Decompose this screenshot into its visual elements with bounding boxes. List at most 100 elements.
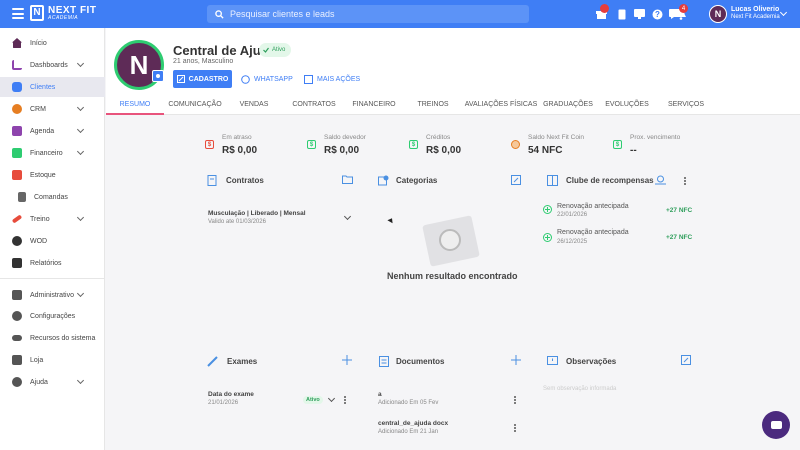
chevron-down-icon [76, 103, 85, 112]
brand-logo[interactable]: N NEXT FIT ACADEMIA [30, 5, 96, 21]
more-vert-icon[interactable] [514, 424, 516, 432]
sidebar-item-financeiro[interactable]: Financeiro [0, 143, 105, 163]
sidebar-item-relatorios[interactable]: Relatórios [0, 253, 105, 273]
rewards-icon[interactable] [655, 175, 666, 188]
help-icon[interactable]: ? [650, 7, 664, 21]
chevron-down-icon[interactable] [327, 394, 336, 403]
edit-icon[interactable] [511, 175, 521, 188]
chevron-down-icon[interactable] [779, 8, 788, 17]
search-input[interactable] [230, 9, 520, 19]
document-name[interactable]: a [378, 391, 382, 398]
plus-circle-icon [543, 205, 552, 214]
sidebar-item-comandas[interactable]: Comandas [0, 187, 105, 207]
sidebar-item-inicio[interactable]: Início [0, 33, 105, 53]
sidebar-item-agenda[interactable]: Agenda [0, 121, 105, 141]
notification-badge: 4 [679, 4, 688, 13]
sidebar-item-wod[interactable]: WOD [0, 231, 105, 251]
whatsapp-icon [241, 74, 250, 84]
gift-alert-dot [600, 4, 609, 13]
metric-value: -- [630, 145, 637, 156]
contratos-title: Contratos [226, 176, 264, 185]
more-vert-icon[interactable] [514, 396, 516, 404]
comment-icon [547, 356, 558, 367]
exames-title: Exames [227, 357, 258, 366]
chevron-down-icon[interactable] [343, 212, 352, 221]
document-date: Adicionado Em 21 Jan [378, 429, 439, 435]
tab-comunicacao[interactable]: COMUNICAÇÃO [166, 95, 224, 114]
exam-label: Data do exame [208, 391, 254, 398]
chat-widget-button[interactable] [762, 411, 790, 439]
tab-treinos[interactable]: TREINOS [408, 95, 458, 114]
sidebar-item-treino[interactable]: Treino [0, 209, 105, 229]
add-icon[interactable] [342, 355, 352, 368]
tab-avaliacoes[interactable]: AVALIAÇÕES FÍSICAS [464, 95, 538, 114]
sidebar-item-recursos[interactable]: Recursos do sistema [0, 328, 105, 348]
sidebar-item-ajuda[interactable]: Ajuda [0, 372, 105, 392]
more-vert-icon[interactable] [344, 396, 346, 404]
tab-servicos[interactable]: SERVIÇOS [662, 95, 710, 114]
more-vert-icon[interactable] [684, 177, 686, 185]
sidebar-item-dashboards[interactable]: Dashboards [0, 55, 105, 75]
search-bar[interactable] [207, 5, 529, 23]
mobile-icon[interactable] [615, 7, 629, 21]
coin-icon [511, 140, 520, 149]
contract-plan[interactable]: Musculação | Liberado | Mensal [208, 210, 306, 217]
edit-icon [176, 75, 185, 83]
sidebar-item-clientes[interactable]: Clientes [0, 77, 105, 97]
sidebar-item-configuracoes[interactable]: Configurações [0, 306, 105, 326]
sidebar-item-label: CRM [30, 105, 46, 113]
chevron-down-icon [76, 376, 85, 385]
tab-financeiro[interactable]: FINANCEIRO [346, 95, 402, 114]
sidebar-item-label: Dashboards [30, 61, 68, 69]
exam-date: 21/01/2026 [208, 400, 239, 406]
add-icon[interactable] [511, 355, 521, 368]
user-org: Next Fit Academia [731, 13, 780, 20]
sidebar-item-estoque[interactable]: Estoque [0, 165, 105, 185]
avatar[interactable]: N [709, 5, 727, 23]
clients-icon [12, 82, 22, 92]
edit-icon[interactable] [681, 355, 691, 368]
profile-avatar[interactable]: N [114, 40, 164, 90]
tab-resumo[interactable]: RESUMO [106, 95, 164, 114]
search-icon [215, 9, 224, 19]
receipt-icon [18, 192, 26, 202]
whatsapp-button[interactable]: WHATSAPP [241, 70, 293, 88]
tab-evolucoes[interactable]: EVOLUÇÕES [602, 95, 652, 114]
metric-label: Saldo Next Fit Coin [528, 134, 584, 141]
dashboard-icon[interactable] [632, 7, 646, 21]
home-icon [12, 38, 22, 48]
tab-contratos[interactable]: CONTRATOS [286, 95, 342, 114]
user-name: Lucas Oliverio [731, 6, 780, 13]
plus-circle-icon [543, 233, 552, 242]
admin-icon [12, 290, 22, 300]
tab-vendas[interactable]: VENDAS [228, 95, 280, 114]
observacoes-empty: Sem observação informada [543, 386, 617, 392]
brand-name: NEXT FIT [48, 4, 97, 16]
menu-icon[interactable] [12, 8, 24, 19]
money-icon: $ [205, 140, 214, 149]
observacoes-title: Observações [566, 357, 617, 366]
cadastro-button[interactable]: CADASTRO [173, 70, 232, 88]
reward-points: +27 NFC [666, 234, 693, 241]
sidebar-item-administrativo[interactable]: Administrativo [0, 285, 105, 305]
category-icon [378, 175, 389, 186]
money-icon [12, 148, 22, 158]
svg-text:?: ? [655, 10, 660, 19]
chevron-down-icon [76, 147, 85, 156]
folder-icon[interactable] [342, 175, 353, 187]
metric-vencimento: $ Prox. vencimento -- [613, 132, 703, 162]
metric-value: R$ 0,00 [222, 145, 258, 156]
document-name[interactable]: central_de_ajuda docx [378, 420, 448, 427]
empty-state-icon [439, 229, 461, 251]
exam-status-badge: Ativo [303, 396, 323, 404]
sidebar-item-crm[interactable]: CRM [0, 99, 105, 119]
report-icon [12, 258, 22, 268]
gift-icon [547, 175, 558, 186]
user-info[interactable]: Lucas Oliverio Next Fit Academia [731, 6, 780, 20]
tab-graduacoes[interactable]: GRADUAÇÕES [542, 95, 594, 114]
camera-icon[interactable] [152, 70, 164, 82]
sidebar-item-loja[interactable]: Loja [0, 350, 105, 370]
sidebar: Início Dashboards Clientes CRM Agenda Fi… [0, 28, 105, 450]
metric-label: Prox. vencimento [630, 134, 681, 141]
more-actions-button[interactable]: MAIS AÇÕES [304, 70, 360, 88]
